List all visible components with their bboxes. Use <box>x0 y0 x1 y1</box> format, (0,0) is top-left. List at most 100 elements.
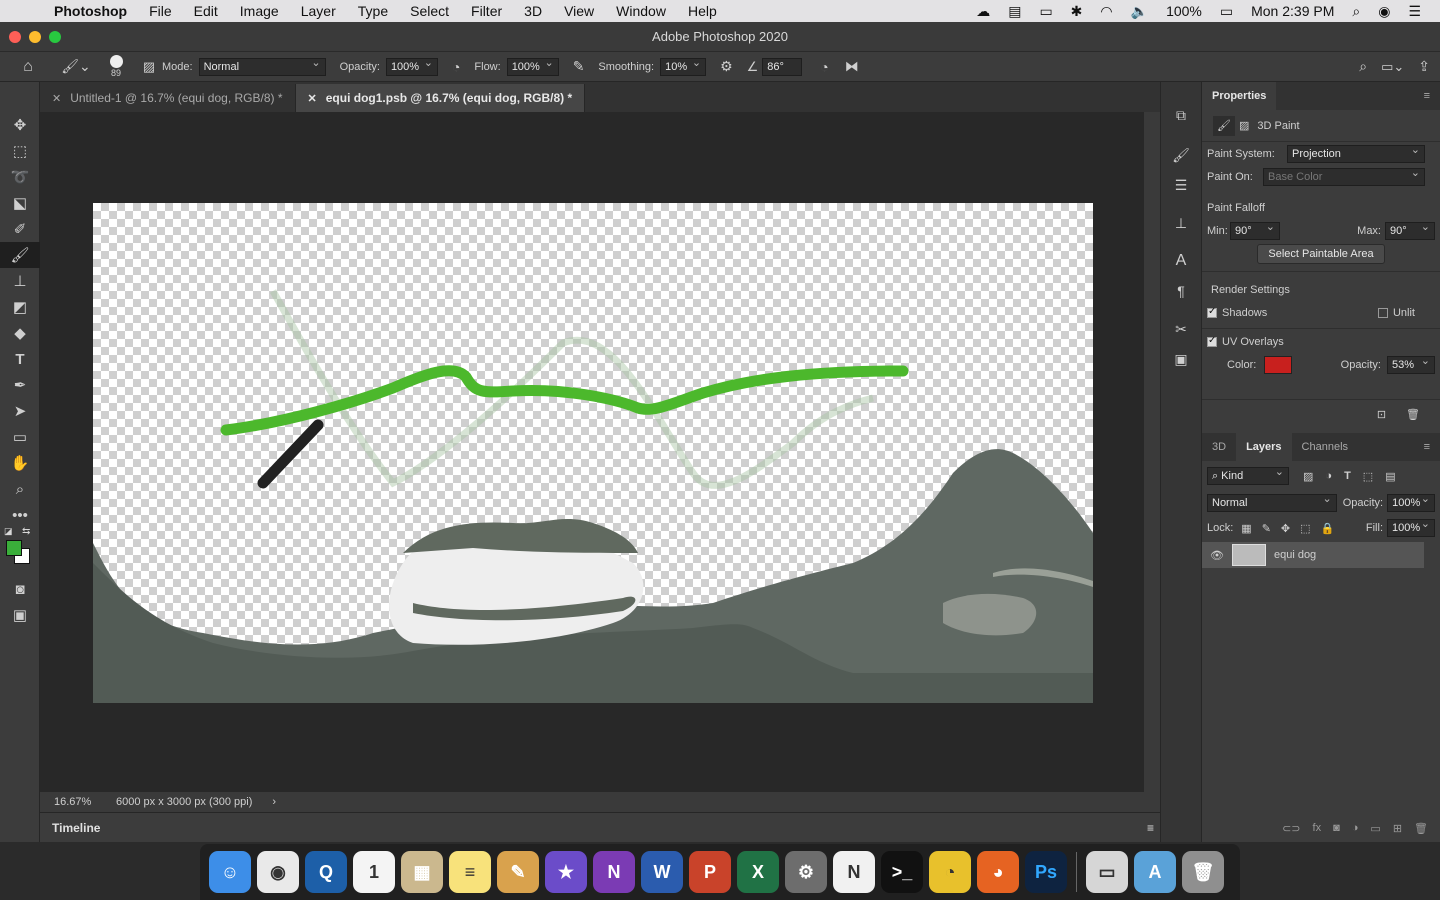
dock-app-chrome-icon[interactable]: ◉ <box>257 851 299 893</box>
airbrush-icon[interactable]: ✎ <box>573 58 585 75</box>
home-icon[interactable]: ⌂ <box>0 58 56 76</box>
zoom-level[interactable]: 16.67% <box>54 796 116 808</box>
tab-equi-dog1[interactable]: ✕ equi dog1.psb @ 16.7% (equi dog, RGB/8… <box>295 84 586 112</box>
menu-3d[interactable]: 3D <box>513 3 553 19</box>
menu-layer[interactable]: Layer <box>290 3 347 19</box>
panel-menu-icon[interactable]: ≡ <box>1147 821 1154 835</box>
dock-app-imovie-icon[interactable]: ★ <box>545 851 587 893</box>
dock-app-applications-icon[interactable]: A <box>1134 851 1176 893</box>
layer-opacity-input[interactable]: 100% <box>1387 492 1435 512</box>
dock-app-notes-icon[interactable]: ≡ <box>449 851 491 893</box>
new-group-icon[interactable]: ▭ <box>1370 822 1380 835</box>
brushes-icon[interactable]: 🖌 <box>1161 140 1201 170</box>
airplay-icon[interactable]: ▭ <box>1030 3 1061 20</box>
notification-center-icon[interactable]: ☰ <box>1399 3 1430 20</box>
menu-help[interactable]: Help <box>677 3 728 19</box>
filter-type-icon[interactable]: T <box>1344 470 1351 482</box>
min-input[interactable]: 90° <box>1230 220 1280 240</box>
symmetry-butterfly-icon[interactable]: ⧓ <box>845 58 859 75</box>
clone-source-icon[interactable]: ⊥ <box>1161 208 1201 238</box>
zoom-tool-icon[interactable]: ⌕ <box>0 476 40 502</box>
close-window-button[interactable] <box>9 31 21 43</box>
menu-view[interactable]: View <box>553 3 605 19</box>
brush-tool-icon[interactable]: 🖌 <box>0 242 40 268</box>
menu-app-photoshop[interactable]: Photoshop <box>54 3 138 19</box>
lock-position-icon[interactable]: ✥ <box>1281 522 1290 535</box>
3d-icon[interactable]: ⧉ <box>1161 100 1201 130</box>
clock[interactable]: Mon 2:39 PM <box>1242 3 1343 19</box>
panel-menu-icon[interactable]: ≡ <box>1414 441 1440 453</box>
flow-input[interactable]: 100% <box>506 56 559 76</box>
menu-window[interactable]: Window <box>605 3 677 19</box>
paint-bucket-tool-icon[interactable]: ◆ <box>0 320 40 346</box>
screen-mode-icon[interactable]: ▣ <box>0 602 40 628</box>
smoothing-options-gear-icon[interactable]: ⚙ <box>720 58 733 75</box>
tab-layers[interactable]: Layers <box>1236 433 1292 461</box>
adjustment-layer-icon[interactable]: ◑ <box>1352 822 1359 834</box>
dock-app-calendar-icon[interactable]: 1 <box>353 851 395 893</box>
paint-on-select[interactable]: Base Color <box>1263 166 1425 186</box>
character-icon[interactable]: A <box>1161 246 1201 276</box>
dock-app-terminal-icon[interactable]: >_ <box>881 851 923 893</box>
siri-icon[interactable]: ◉ <box>1369 3 1399 20</box>
pressure-size-icon[interactable]: ◔ <box>820 59 828 75</box>
dock-app-keynote-icon[interactable]: ▦ <box>401 851 443 893</box>
lasso-tool-icon[interactable]: ➰ <box>0 164 40 190</box>
hand-tool-icon[interactable]: ✋ <box>0 450 40 476</box>
dock-app-cyberduck-icon[interactable]: ◔ <box>929 851 971 893</box>
vertical-scrollbar[interactable] <box>1144 112 1160 792</box>
more-tools-icon[interactable]: ••• <box>0 502 40 528</box>
filter-pixel-icon[interactable]: ▨ <box>1303 470 1313 483</box>
max-input[interactable]: 90° <box>1385 220 1435 240</box>
trash-icon[interactable]: 🗑 <box>1406 408 1420 421</box>
dock-app-firefox-icon[interactable]: ◕ <box>977 851 1019 893</box>
close-tab-icon[interactable]: ✕ <box>52 92 61 105</box>
spotlight-search-icon[interactable]: ⌕ <box>1343 3 1369 20</box>
dock-app-paint-icon[interactable]: ✎ <box>497 851 539 893</box>
bluetooth-icon[interactable]: ✱ <box>1062 3 1092 20</box>
battery-status[interactable]: 100% <box>1157 3 1211 19</box>
image-icon[interactable]: ▨ <box>1239 119 1249 132</box>
lock-transparent-icon[interactable]: ▦ <box>1241 522 1251 535</box>
menu-select[interactable]: Select <box>399 3 460 19</box>
dock-app-news-icon[interactable]: N <box>833 851 875 893</box>
canvas-area[interactable] <box>40 112 1144 792</box>
opacity-input[interactable]: 100% <box>385 56 438 76</box>
clone-stamp-tool-icon[interactable]: ⊥ <box>0 268 40 294</box>
adjustments-sliders-icon[interactable]: ☰ <box>1161 170 1201 200</box>
uv-opacity-input[interactable]: 53% <box>1387 354 1435 374</box>
select-paintable-area-button[interactable]: Select Paintable Area <box>1257 243 1385 264</box>
tool-presets-icon[interactable]: ✂ <box>1161 314 1201 344</box>
status-menu-chevron-icon[interactable]: › <box>272 796 276 808</box>
menu-filter[interactable]: Filter <box>460 3 513 19</box>
display-icon[interactable]: ▤ <box>999 3 1030 20</box>
timeline-tab[interactable]: Timeline <box>52 821 100 835</box>
quick-mask-icon[interactable]: ◙ <box>0 576 40 602</box>
delete-layer-icon[interactable]: 🗑 <box>1414 822 1428 835</box>
smoothing-input[interactable]: 10% <box>660 56 707 76</box>
dock-app-finder-icon[interactable]: ☺ <box>209 851 251 893</box>
layer-row-equi-dog[interactable]: 👁 equi dog <box>1202 542 1424 568</box>
pressure-opacity-icon[interactable]: ◔ <box>452 59 460 75</box>
path-selection-tool-icon[interactable]: ➤ <box>0 398 40 424</box>
eyedropper-tool-icon[interactable]: ✐ <box>0 216 40 242</box>
uv-color-swatch[interactable] <box>1264 356 1293 374</box>
volume-icon[interactable]: 🔈 <box>1122 3 1157 20</box>
brush-icon[interactable]: 🖌 <box>1213 115 1235 136</box>
layer-comps-icon[interactable]: ▣ <box>1161 344 1201 374</box>
minimize-window-button[interactable] <box>29 31 41 43</box>
object-selection-tool-icon[interactable]: ⬕ <box>0 190 40 216</box>
new-layer-icon[interactable]: ⊞ <box>1393 822 1402 835</box>
brush-settings-icon[interactable]: ▨ <box>136 59 162 75</box>
lock-image-icon[interactable]: ✎ <box>1262 522 1271 535</box>
eraser-tool-icon[interactable]: ◩ <box>0 294 40 320</box>
dock-app-powerpoint-icon[interactable]: P <box>689 851 731 893</box>
swap-colors-icon[interactable]: ⇆ <box>22 526 30 537</box>
uv-overlays-checkbox[interactable] <box>1207 335 1217 347</box>
lock-all-icon[interactable]: 🔒 <box>1321 522 1335 535</box>
dock-app-system-preferences-icon[interactable]: ⚙ <box>785 851 827 893</box>
default-colors-icon[interactable]: ◪ <box>4 526 13 537</box>
add-mask-icon[interactable]: ◙ <box>1333 822 1340 834</box>
fx-icon[interactable]: fx <box>1313 822 1322 834</box>
visibility-eye-icon[interactable]: 👁 <box>1210 549 1224 562</box>
